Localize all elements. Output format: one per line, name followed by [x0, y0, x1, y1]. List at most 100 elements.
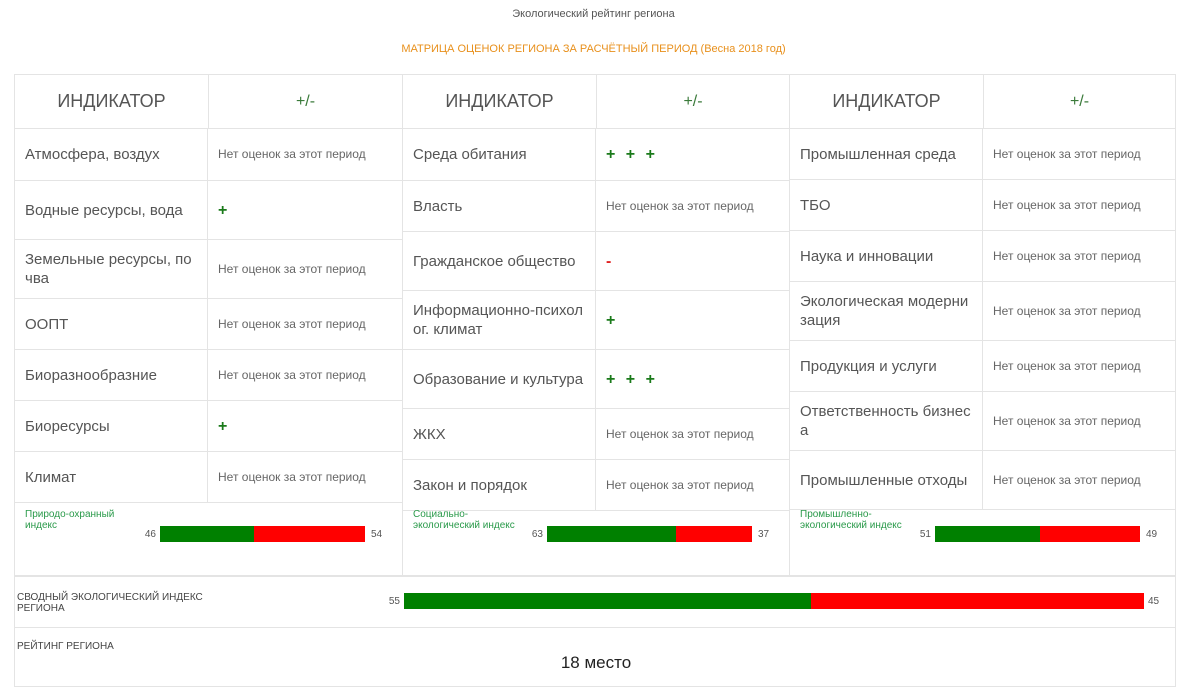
- indicator-mark: +: [606, 311, 619, 329]
- indicator-row: Наука и инновации Нет оценок за этот пери…: [790, 231, 1175, 282]
- indicator-mark: -: [606, 252, 615, 270]
- indicator-name: ТБО: [790, 180, 983, 230]
- header-mark: +/-: [683, 92, 703, 110]
- summary-positive-value: 55: [388, 596, 400, 607]
- indicator-name: ЖКХ: [403, 409, 596, 459]
- index-positive-value: 51: [919, 529, 931, 540]
- header-indicator: ИНДИКАТОР: [403, 75, 597, 128]
- panel-index: Природо-охранный индекс 46 54: [15, 507, 402, 567]
- indicator-no-rating: Нет оценок за этот период: [606, 477, 754, 492]
- indicator-name: Климат: [15, 452, 208, 502]
- indicator-row: Экологическая модернизация Нет оценок за …: [790, 282, 1175, 341]
- matrix-title: МАТРИЦА ОЦЕНОК РЕГИОНА ЗА РАСЧЁТНЫЙ ПЕРИ…: [401, 43, 786, 55]
- indicator-no-rating: Нет оценок за этот период: [993, 146, 1141, 161]
- indicator-name: Земельные ресурсы, почва: [15, 240, 208, 298]
- indicator-row: Биоразнообразние Нет оценок за этот перио…: [15, 350, 402, 401]
- indicator-name: Биоразнообразние: [15, 350, 208, 400]
- indicator-row: ООПТ Нет оценок за этот период: [15, 299, 402, 350]
- indicator-row: Власть Нет оценок за этот период: [403, 181, 789, 232]
- indicator-name: Экологическая модернизация: [790, 282, 983, 340]
- indicator-row: Атмосфера, воздух Нет оценок за этот пери…: [15, 129, 402, 181]
- indicator-row: Образование и культура + + +: [403, 350, 789, 409]
- indicator-no-rating: Нет оценок за этот период: [218, 147, 366, 161]
- index-bar-negative: [676, 526, 752, 542]
- indicator-row: ЖКХ Нет оценок за этот период: [403, 409, 789, 460]
- indicator-name: Информационно-психолог. климат: [403, 291, 596, 349]
- indicator-row: Промышленные отходы Нет оценок за этот пе…: [790, 451, 1175, 510]
- index-negative-value: 54: [371, 529, 383, 540]
- region-rating: РЕЙТИНГ РЕГИОНА 18 место: [14, 627, 1176, 687]
- indicator-no-rating: Нет оценок за этот период: [993, 248, 1141, 263]
- indicator-no-rating: Нет оценок за этот период: [993, 197, 1141, 212]
- indicator-row: Среда обитания + + +: [403, 129, 789, 181]
- indicator-row: Земельные ресурсы, почва Нет оценок за эт…: [15, 240, 402, 299]
- indicator-mark: +: [218, 201, 231, 219]
- indicator-mark: + + +: [606, 370, 658, 388]
- indicator-name: Образование и культура: [403, 350, 596, 408]
- indicator-no-rating: Нет оценок за этот период: [606, 198, 754, 213]
- index-bar-negative: [254, 526, 365, 542]
- indicator-row: Продукция и услуги Нет оценок за этот пер…: [790, 341, 1175, 392]
- summary-negative-value: 45: [1148, 596, 1160, 607]
- indicator-name: Водные ресурсы, вода: [15, 181, 208, 239]
- panel-index: Социально-экологический индекс 63 37: [403, 507, 789, 567]
- indicator-name: Гражданское общество: [403, 232, 596, 290]
- summary-index: СВОДНЫЙ ЭКОЛОГИЧЕСКИЙ ИНДЕКС РЕГИОНА 55 …: [14, 576, 1176, 628]
- indicator-name: Наука и инновации: [790, 231, 983, 281]
- index-negative-value: 49: [1146, 529, 1158, 540]
- indicator-row: Водные ресурсы, вода +: [15, 181, 402, 240]
- summary-bar: [404, 593, 1144, 609]
- indicator-name: Власть: [403, 181, 596, 231]
- indicator-row: Гражданское общество -: [403, 232, 789, 291]
- panel-header: ИНДИКАТОР +/-: [15, 75, 402, 129]
- indicator-name: Атмосфера, воздух: [15, 129, 208, 180]
- indicator-no-rating: Нет оценок за этот период: [218, 316, 366, 331]
- indicator-row: ТБО Нет оценок за этот период: [790, 180, 1175, 231]
- panel-index: Промышленно-экологический индекс 51 49: [790, 507, 1175, 567]
- indicator-no-rating: Нет оценок за этот период: [218, 469, 366, 484]
- panel-social: ИНДИКАТОР +/- Среда обитания + + + Власть Нет…: [402, 74, 790, 576]
- header-indicator: ИНДИКАТОР: [15, 75, 209, 128]
- index-bar: [547, 526, 752, 542]
- index-label: Социально-экологический индекс: [413, 509, 515, 531]
- indicator-no-rating: Нет оценок за этот период: [993, 358, 1141, 373]
- index-negative-value: 37: [758, 529, 770, 540]
- indicator-row: Закон и порядок Нет оценок за этот период: [403, 460, 789, 511]
- indicator-row: Информационно-психолог. климат +: [403, 291, 789, 350]
- panel-nature: ИНДИКАТОР +/- Атмосфера, воздух Нет оценок …: [14, 74, 403, 576]
- header-indicator: ИНДИКАТОР: [790, 75, 984, 128]
- indicator-name: Биоресурсы: [15, 401, 208, 451]
- index-bar-positive: [547, 526, 676, 542]
- indicator-row: Ответственность бизнеса Нет оценок за это…: [790, 392, 1175, 451]
- indicator-name: Продукция и услуги: [790, 341, 983, 391]
- indicator-name: Ответственность бизнеса: [790, 392, 983, 450]
- index-label: Природо-охранный индекс: [25, 509, 115, 531]
- index-positive-value: 46: [144, 529, 156, 540]
- index-bar-positive: [935, 526, 1040, 542]
- indicator-row: Промышленная среда Нет оценок за этот пер…: [790, 129, 1175, 180]
- panel-industrial: ИНДИКАТОР +/- Промышленная среда Нет оценок…: [789, 74, 1176, 576]
- indicator-no-rating: Нет оценок за этот период: [993, 472, 1141, 487]
- indicator-no-rating: Нет оценок за этот период: [993, 303, 1141, 318]
- indicator-name: Среда обитания: [403, 129, 596, 180]
- indicator-name: ООПТ: [15, 299, 208, 349]
- indicator-name: Закон и порядок: [403, 460, 596, 510]
- rating-value: 18 место: [560, 653, 632, 672]
- index-positive-value: 63: [531, 529, 543, 540]
- index-bar-negative: [1040, 526, 1140, 542]
- panel-header: ИНДИКАТОР +/-: [790, 75, 1175, 129]
- indicator-row: Климат Нет оценок за этот период: [15, 452, 402, 503]
- index-label: Промышленно-экологический индекс: [800, 509, 902, 531]
- panel-header: ИНДИКАТОР +/-: [403, 75, 789, 129]
- indicator-mark: +: [218, 417, 231, 435]
- indicator-no-rating: Нет оценок за этот период: [218, 367, 366, 382]
- summary-index-label: СВОДНЫЙ ЭКОЛОГИЧЕСКИЙ ИНДЕКС РЕГИОНА: [17, 592, 203, 614]
- indicator-no-rating: Нет оценок за этот период: [218, 261, 366, 276]
- header-mark: +/-: [1069, 92, 1090, 110]
- indicator-name: Промышленная среда: [790, 129, 983, 179]
- indicator-name: Промышленные отходы: [790, 451, 983, 509]
- index-bar: [935, 526, 1140, 542]
- indicator-no-rating: Нет оценок за этот период: [993, 413, 1141, 428]
- header-mark: +/-: [295, 92, 316, 110]
- index-bar-positive: [160, 526, 254, 542]
